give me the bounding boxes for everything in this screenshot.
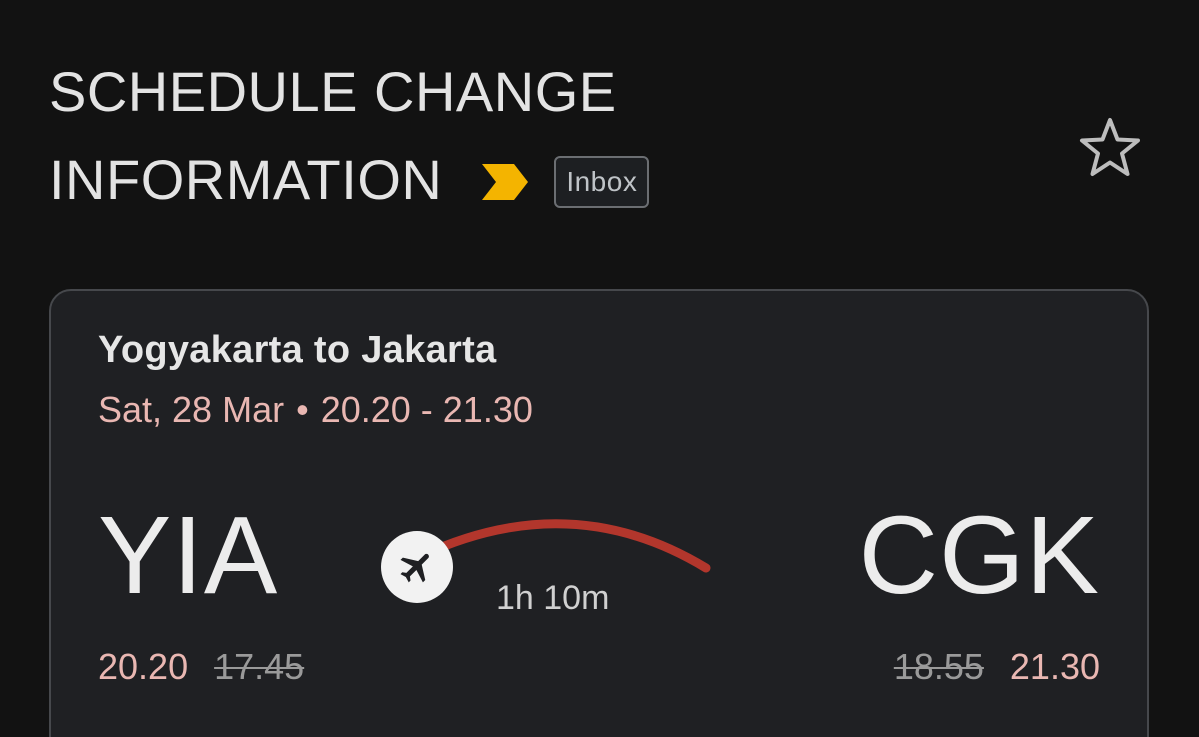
subject-line-2: INFORMATION <box>49 148 443 211</box>
email-view: SCHEDULE CHANGE INFORMATION Inbox Yogyak… <box>0 0 1199 737</box>
importance-marker-icon[interactable] <box>480 162 530 202</box>
destination-airport-code: CGK <box>858 494 1100 617</box>
email-subject: SCHEDULE CHANGE INFORMATION Inbox <box>49 48 1029 224</box>
flight-card[interactable]: Yogyakarta to Jakarta Sat, 28 Mar • 20.20 … <box>49 289 1149 737</box>
flight-date: Sat, 28 Mar <box>98 389 285 430</box>
subject-line-1: SCHEDULE CHANGE <box>49 60 617 123</box>
separator-dot: • <box>296 389 309 430</box>
arrival-new-time: 21.30 <box>1009 646 1100 687</box>
arrival-times: 18.55 21.30 <box>894 646 1100 688</box>
flight-date-time: Sat, 28 Mar • 20.20 - 21.30 <box>98 389 533 431</box>
departure-new-time: 20.20 <box>98 646 189 687</box>
route-title: Yogyakarta to Jakarta <box>98 329 497 371</box>
plane-badge <box>381 531 453 603</box>
departure-times: 20.20 17.45 <box>98 646 304 688</box>
flight-duration: 1h 10m <box>496 579 610 617</box>
star-icon[interactable] <box>1078 116 1142 180</box>
departure-old-time: 17.45 <box>214 646 305 687</box>
arrival-old-time: 18.55 <box>893 646 984 687</box>
origin-airport-code: YIA <box>98 494 279 617</box>
subject-line-2-row: INFORMATION Inbox <box>49 136 1029 224</box>
airplane-icon <box>400 553 429 583</box>
inbox-label-chip[interactable]: Inbox <box>554 156 650 208</box>
flight-time-range: 20.20 - 21.30 <box>320 389 533 430</box>
